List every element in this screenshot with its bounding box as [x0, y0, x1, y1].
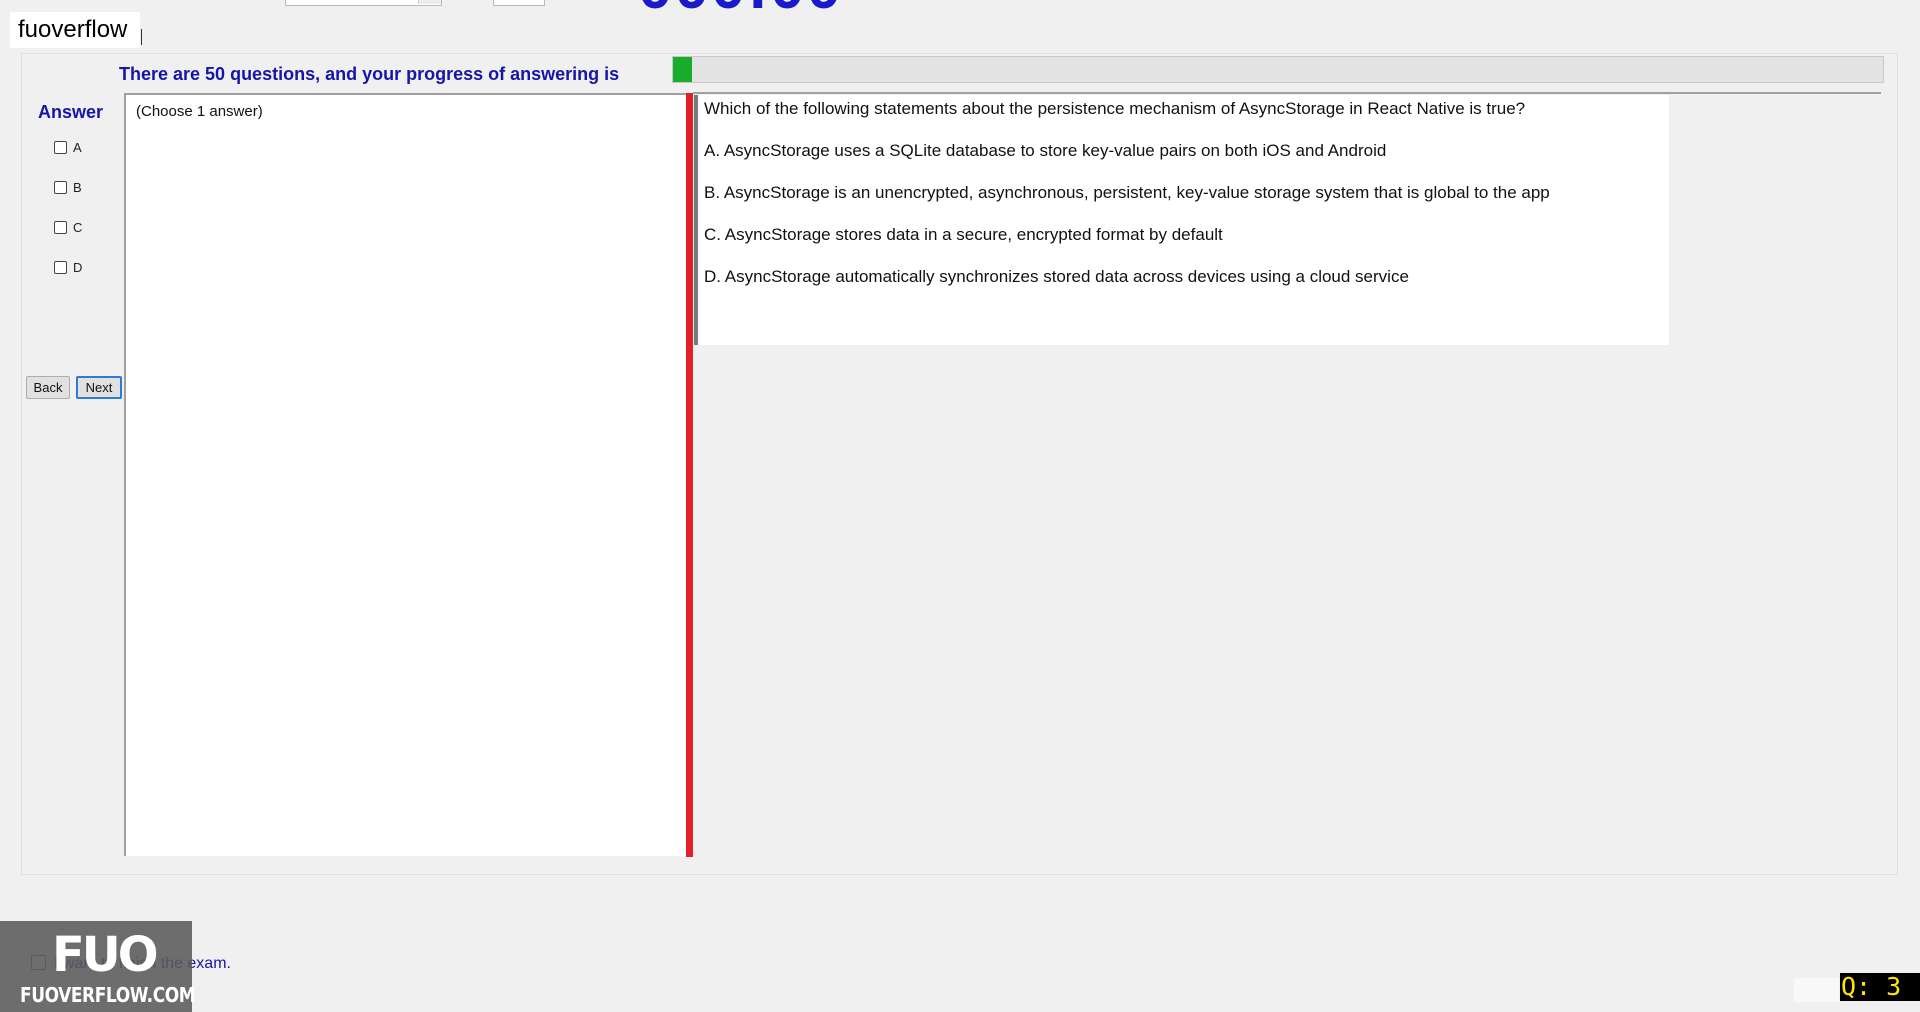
choose-instruction: (Choose 1 answer)	[136, 103, 263, 120]
progress-bar	[672, 56, 1884, 83]
option-label-d: D	[73, 259, 83, 275]
option-label-a: A	[73, 139, 82, 155]
text-caret	[141, 29, 142, 45]
question-option-c: C. AsyncStorage stores data in a secure,…	[704, 225, 1223, 244]
question-option-d: D. AsyncStorage automatically synchroniz…	[704, 267, 1409, 286]
question-text: Which of the following statements about …	[704, 99, 1526, 118]
question-option-b: B. AsyncStorage is an unencrypted, async…	[704, 183, 1550, 202]
checkbox-a[interactable]	[54, 140, 67, 154]
checkbox-d[interactable]	[54, 260, 67, 274]
fuoverflow-logo: FUO FUOVERFLOW.COM	[0, 921, 196, 1012]
checkbox-c[interactable]	[54, 220, 67, 234]
question-counter: Q: 3	[1840, 973, 1920, 1001]
option-label-c: C	[73, 219, 83, 235]
answer-option-b[interactable]: B	[54, 178, 82, 196]
checkbox-b[interactable]	[54, 180, 67, 194]
answer-title: Answer	[38, 102, 104, 122]
font-size-spinner[interactable]	[493, 0, 545, 6]
counter-background	[1794, 978, 1839, 1002]
answer-option-d[interactable]: D	[54, 258, 82, 276]
question-option-a: A. AsyncStorage uses a SQLite database t…	[704, 141, 1387, 160]
answer-option-c[interactable]: C	[54, 218, 82, 236]
progress-bar-fill	[673, 57, 693, 82]
answer-option-a[interactable]: A	[54, 138, 82, 156]
logo-text: FUOVERFLOW.COM	[20, 983, 196, 1007]
logo-mark: FUO	[52, 927, 159, 983]
exam-timer: 000:00	[638, 0, 843, 19]
combo-dropdown-button[interactable]	[418, 0, 441, 4]
back-button[interactable]: Back	[26, 376, 70, 399]
panel-splitter[interactable]	[686, 93, 693, 857]
progress-label: There are 50 questions, and your progres…	[119, 64, 620, 84]
option-label-b: B	[73, 179, 82, 195]
answer-instruction-panel: (Choose 1 answer)	[124, 93, 686, 856]
brand-label: fuoverflow	[10, 12, 140, 48]
question-box: Which of the following statements about …	[694, 95, 1669, 345]
next-button[interactable]: Next	[76, 376, 122, 399]
